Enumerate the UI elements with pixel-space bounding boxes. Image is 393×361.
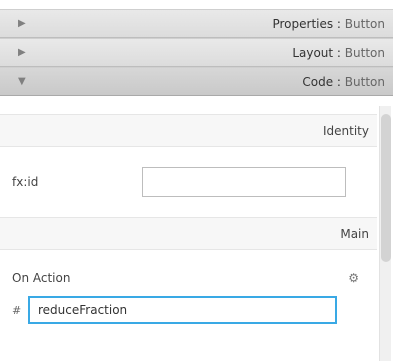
- code-header-type: Button: [344, 74, 385, 89]
- layout-header-title: Layout : Button: [292, 46, 385, 60]
- identity-section-header: Identity: [0, 114, 377, 147]
- properties-header-type: Button: [344, 16, 385, 31]
- pane-top-space: [0, 96, 377, 114]
- hash-icon: #: [12, 303, 22, 317]
- fx-id-field[interactable]: [142, 167, 346, 197]
- code-inspector-pane: Identity fx:id Main On Action ⚙ # reduce…: [0, 96, 393, 361]
- on-action-property: On Action ⚙ # reduceFraction: [0, 250, 377, 324]
- scene-builder-inspector: ▶ Properties : Button ▶ Layout : Button …: [0, 0, 393, 361]
- code-header-label: Code :: [302, 74, 345, 89]
- code-pane-content: Identity fx:id Main On Action ⚙ # reduce…: [0, 96, 377, 361]
- fx-id-row: fx:id: [0, 147, 377, 217]
- on-action-field-row: # reduceFraction: [12, 296, 367, 324]
- scrollbar-thumb[interactable]: [381, 114, 391, 262]
- vertical-scrollbar[interactable]: [379, 106, 391, 361]
- top-spacing: [0, 0, 393, 9]
- on-action-input[interactable]: reduceFraction: [28, 296, 337, 324]
- code-header-title: Code : Button: [302, 75, 385, 89]
- expanded-arrow-icon: ▼: [18, 75, 26, 87]
- properties-header-title: Properties : Button: [272, 17, 385, 31]
- on-action-header: On Action ⚙: [12, 268, 367, 288]
- collapsed-arrow-icon: ▶: [18, 17, 26, 29]
- main-section-header: Main: [0, 217, 377, 250]
- collapsed-arrow-icon: ▶: [18, 46, 26, 58]
- on-action-label: On Action: [12, 271, 71, 285]
- layout-accordion-header[interactable]: ▶ Layout : Button: [0, 38, 393, 67]
- layout-header-label: Layout :: [292, 45, 345, 60]
- main-section-title: Main: [340, 226, 369, 241]
- fx-id-label: fx:id: [12, 175, 39, 189]
- on-action-value: reduceFraction: [38, 303, 128, 317]
- layout-header-type: Button: [344, 45, 385, 60]
- properties-accordion-header[interactable]: ▶ Properties : Button: [0, 9, 393, 38]
- properties-header-label: Properties :: [272, 16, 345, 31]
- code-accordion-header[interactable]: ▼ Code : Button: [0, 67, 393, 96]
- gear-icon[interactable]: ⚙: [348, 272, 359, 284]
- identity-section-title: Identity: [323, 123, 369, 138]
